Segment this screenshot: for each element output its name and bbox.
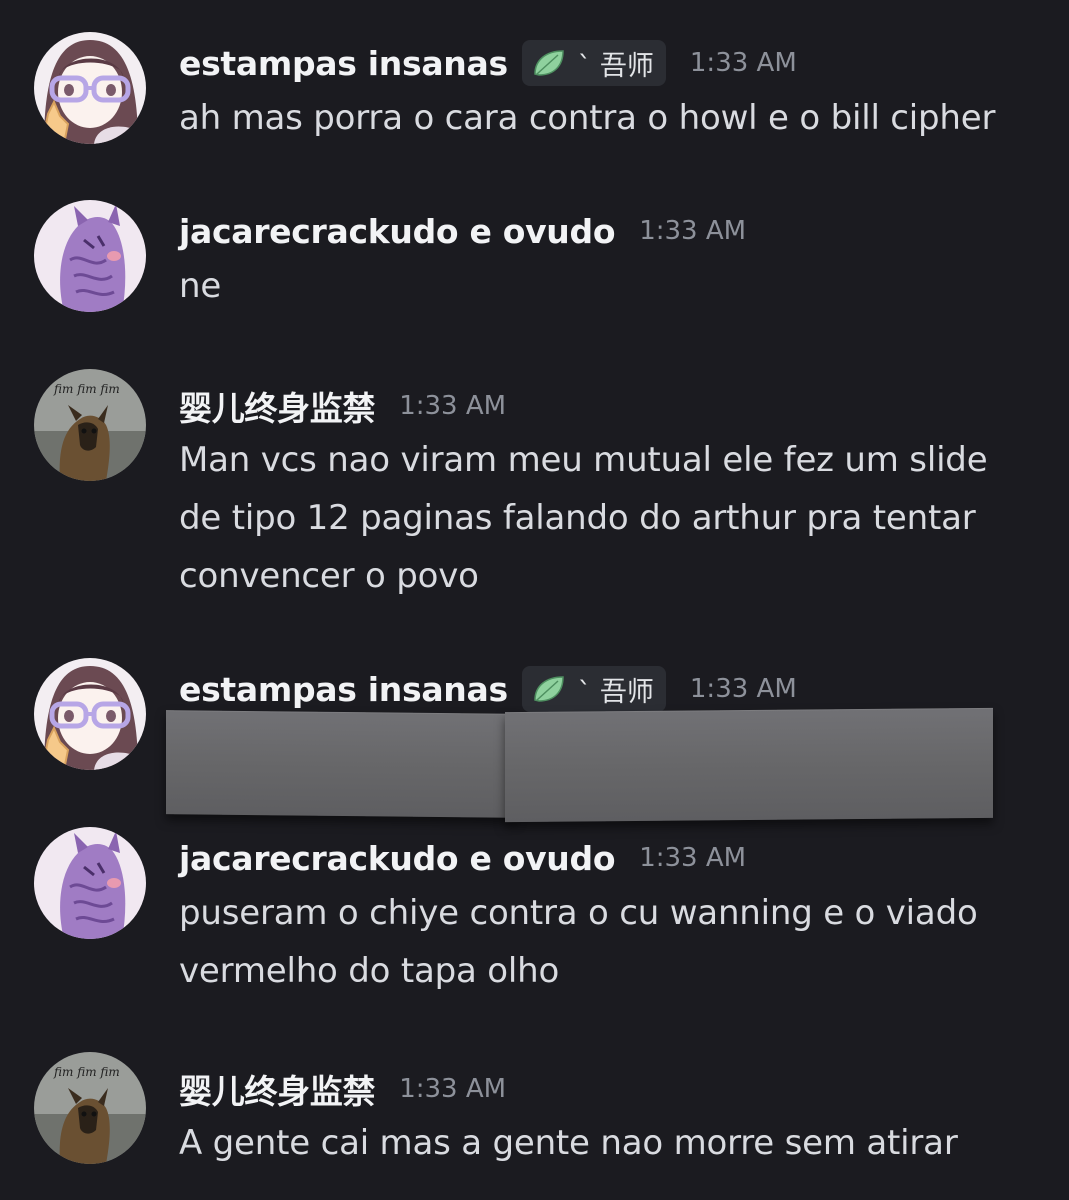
- leaf-icon: [534, 50, 564, 76]
- server-tag[interactable]: ` 吾师: [521, 666, 666, 712]
- server-tag[interactable]: ` 吾师: [521, 40, 666, 86]
- avatar[interactable]: fim fim fim: [34, 1052, 146, 1164]
- message-text: puseram o chiye contra o cu wanning e o …: [179, 884, 1039, 1000]
- avatar-caption: fim fim fim: [53, 1065, 120, 1079]
- message-header: 婴儿终身监禁 1:33 AM: [179, 1061, 506, 1117]
- username[interactable]: jacarecrackudo e ovudo: [179, 212, 616, 251]
- avatar-caption: fim fim fim: [53, 382, 120, 396]
- message-line: convencer o povo: [179, 556, 479, 596]
- timestamp: 1:33 AM: [639, 216, 747, 246]
- message-header: jacarecrackudo e ovudo 1:33 AM: [179, 203, 746, 259]
- timestamp: 1:33 AM: [399, 391, 507, 421]
- message-line: vermelho do tapa olho: [179, 951, 560, 991]
- avatar[interactable]: [34, 200, 146, 312]
- timestamp: 1:33 AM: [639, 843, 747, 873]
- anime-glasses-avatar-icon: [34, 32, 146, 144]
- message-line: de tipo 12 paginas falando do arthur pra…: [179, 498, 976, 538]
- anime-glasses-avatar-icon: [34, 658, 146, 770]
- message-header: estampas insanas ` 吾师 1:33 AM: [179, 661, 797, 717]
- username[interactable]: estampas insanas: [179, 44, 508, 83]
- username[interactable]: estampas insanas: [179, 670, 508, 709]
- username[interactable]: 婴儿终身监禁: [179, 1065, 376, 1113]
- message-header: 婴儿终身监禁 1:33 AM: [179, 378, 506, 434]
- server-tag-text: ` 吾师: [577, 676, 654, 708]
- purple-drawing-avatar-icon: [34, 827, 146, 939]
- avatar[interactable]: [34, 827, 146, 939]
- message-header: jacarecrackudo e ovudo 1:33 AM: [179, 830, 746, 886]
- message-line: ah mas porra o cara contra o howl e o bi…: [179, 98, 996, 138]
- username[interactable]: 婴儿终身监禁: [179, 382, 376, 430]
- message-text: Man vcs nao viram meu mutual ele fez um …: [179, 431, 1039, 605]
- message-line: puseram o chiye contra o cu wanning e o …: [179, 893, 978, 933]
- dog-photo-avatar-icon: fim fim fim: [34, 369, 146, 481]
- message-text: ne: [179, 257, 1039, 315]
- message-line: A gente cai mas a gente nao morre sem at…: [179, 1123, 958, 1163]
- redaction-block: [505, 707, 993, 823]
- message-line: Man vcs nao viram meu mutual ele fez um …: [179, 440, 988, 480]
- message-header: estampas insanas ` 吾师 1:33 AM: [179, 35, 797, 91]
- leaf-icon: [534, 676, 564, 702]
- message-line: ne: [179, 266, 222, 306]
- avatar[interactable]: fim fim fim: [34, 369, 146, 481]
- username[interactable]: jacarecrackudo e ovudo: [179, 839, 616, 878]
- dog-photo-avatar-icon: fim fim fim: [34, 1052, 146, 1164]
- server-tag-text: ` 吾师: [577, 50, 654, 82]
- timestamp: 1:33 AM: [399, 1074, 507, 1104]
- message-text: ah mas porra o cara contra o howl e o bi…: [179, 89, 1039, 147]
- redaction-block: [166, 710, 516, 818]
- purple-drawing-avatar-icon: [34, 200, 146, 312]
- avatar[interactable]: [34, 658, 146, 770]
- avatar[interactable]: [34, 32, 146, 144]
- message-text: A gente cai mas a gente nao morre sem at…: [179, 1114, 1039, 1172]
- timestamp: 1:33 AM: [689, 48, 797, 78]
- timestamp: 1:33 AM: [689, 674, 797, 704]
